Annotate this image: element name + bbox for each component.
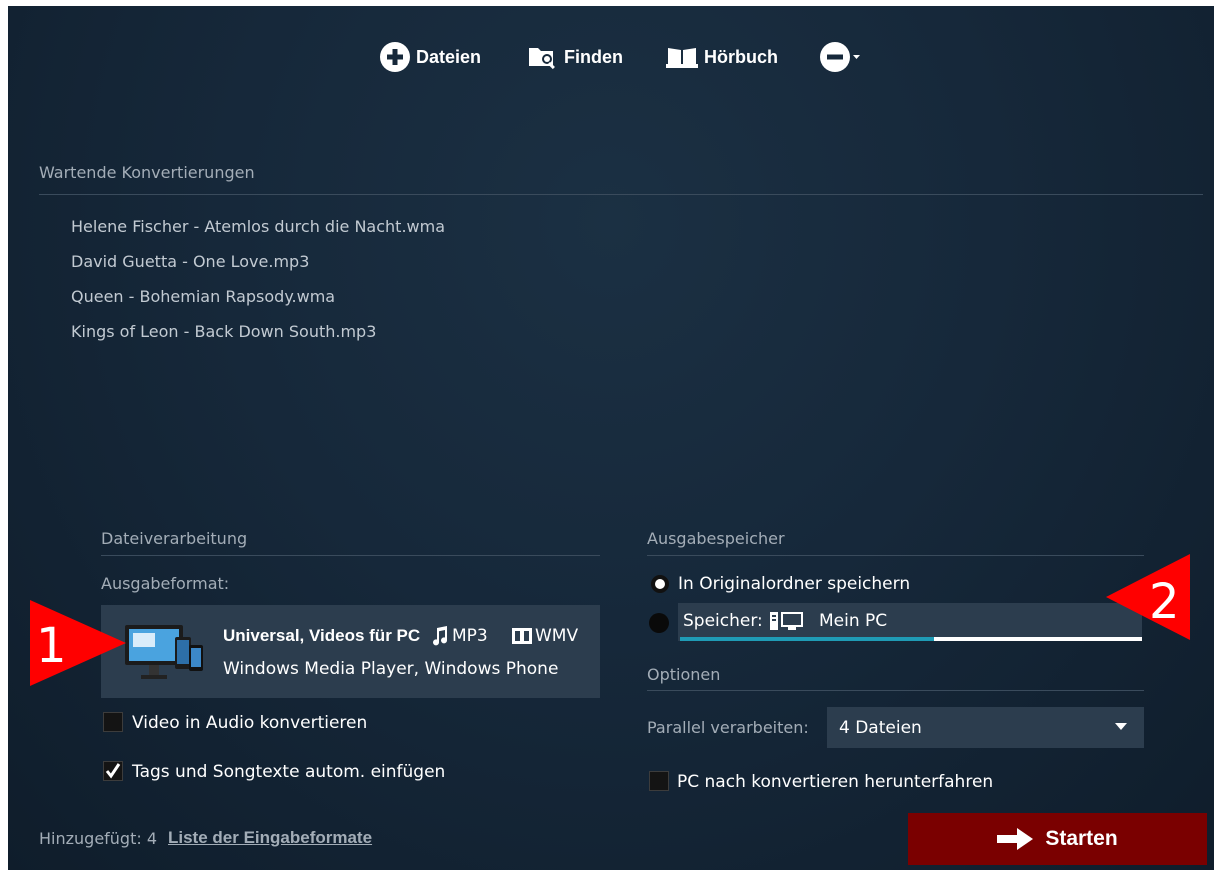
- video-to-audio-label[interactable]: Video in Audio konvertieren: [132, 713, 367, 733]
- find-label: Finden: [564, 46, 623, 67]
- options-divider: [647, 690, 1144, 691]
- queue-divider: [39, 194, 1203, 195]
- processing-title: Dateiverarbeitung: [101, 529, 248, 548]
- film-icon: [512, 628, 532, 644]
- devices-icon: [125, 625, 203, 679]
- storage-usage-fill: [680, 637, 935, 641]
- queue-title: Wartende Konvertierungen: [39, 163, 255, 182]
- audiobook-button[interactable]: Hörbuch: [666, 42, 778, 72]
- dropdown-arrow-icon: [1115, 723, 1127, 730]
- input-formats-link[interactable]: Liste der Eingabeformate: [168, 828, 372, 848]
- video-codec: WMV: [512, 626, 578, 646]
- tags-checkbox[interactable]: [103, 761, 123, 781]
- original-folder-label[interactable]: In Originalordner speichern: [678, 574, 910, 594]
- chevron-down-icon: [853, 55, 860, 59]
- annotation-marker-1: 1: [30, 600, 126, 686]
- minus-circle-icon: [820, 42, 850, 72]
- storage-usage-bar: [680, 637, 1142, 641]
- find-button[interactable]: Finden: [528, 42, 623, 72]
- queue-item[interactable]: Queen - Bohemian Rapsody.wma: [71, 287, 335, 306]
- book-icon: [666, 48, 698, 68]
- tags-label[interactable]: Tags und Songtexte autom. einfügen: [132, 762, 445, 782]
- output-format-label: Ausgabeformat:: [101, 574, 230, 593]
- original-folder-radio[interactable]: [651, 575, 669, 593]
- format-name: Universal, Videos für PC: [223, 626, 421, 645]
- annotation-label-2: 2: [1149, 574, 1180, 630]
- computer-icon: [770, 612, 803, 630]
- processing-divider: [101, 555, 600, 556]
- audiobook-label: Hörbuch: [704, 46, 778, 67]
- output-title: Ausgabespeicher: [647, 529, 785, 548]
- checkmark-icon: [105, 763, 121, 779]
- remove-menu-button[interactable]: [820, 42, 862, 72]
- add-files-button[interactable]: Dateien: [380, 42, 481, 72]
- options-title: Optionen: [647, 665, 721, 684]
- annotation-label-1: 1: [36, 618, 67, 674]
- video-to-audio-checkbox[interactable]: [103, 712, 123, 732]
- shutdown-label[interactable]: PC nach konvertieren herunterfahren: [677, 772, 993, 792]
- audio-codec-label: MP3: [452, 626, 488, 646]
- annotation-marker-2: 2: [1106, 554, 1190, 640]
- shutdown-checkbox[interactable]: [649, 771, 669, 791]
- start-button[interactable]: Starten: [908, 813, 1207, 865]
- format-devices: Windows Media Player, Windows Phone: [223, 659, 559, 679]
- parallel-select[interactable]: 4 Dateien: [827, 707, 1144, 748]
- queue-item[interactable]: Kings of Leon - Back Down South.mp3: [71, 322, 376, 341]
- output-format-card[interactable]: Universal, Videos für PC MP3 WMV Windows…: [101, 605, 600, 698]
- parallel-label: Parallel verarbeiten:: [647, 718, 809, 737]
- arrow-right-icon: [997, 828, 1034, 850]
- storage-value: Mein PC: [819, 611, 888, 631]
- app-window: Dateien Finden Hörbuch Wartende Konverti…: [8, 6, 1214, 870]
- start-label: Starten: [1045, 827, 1118, 850]
- storage-radio[interactable]: [649, 613, 669, 633]
- queue-item[interactable]: David Guetta - One Love.mp3: [71, 252, 309, 271]
- audio-codec: MP3: [431, 626, 488, 646]
- parallel-value: 4 Dateien: [839, 718, 922, 738]
- storage-prefix: Speicher:: [683, 611, 763, 631]
- music-note-icon: [433, 626, 448, 646]
- folder-search-icon: [529, 48, 555, 70]
- storage-selector[interactable]: Speicher: Mein PC: [678, 603, 1142, 641]
- queue-item[interactable]: Helene Fischer - Atemlos durch die Nacht…: [71, 217, 445, 236]
- output-divider: [647, 555, 1144, 556]
- video-codec-label: WMV: [535, 626, 579, 646]
- added-count: Hinzugefügt: 4: [39, 829, 158, 848]
- add-files-label: Dateien: [416, 46, 482, 67]
- plus-circle-icon: [380, 42, 410, 72]
